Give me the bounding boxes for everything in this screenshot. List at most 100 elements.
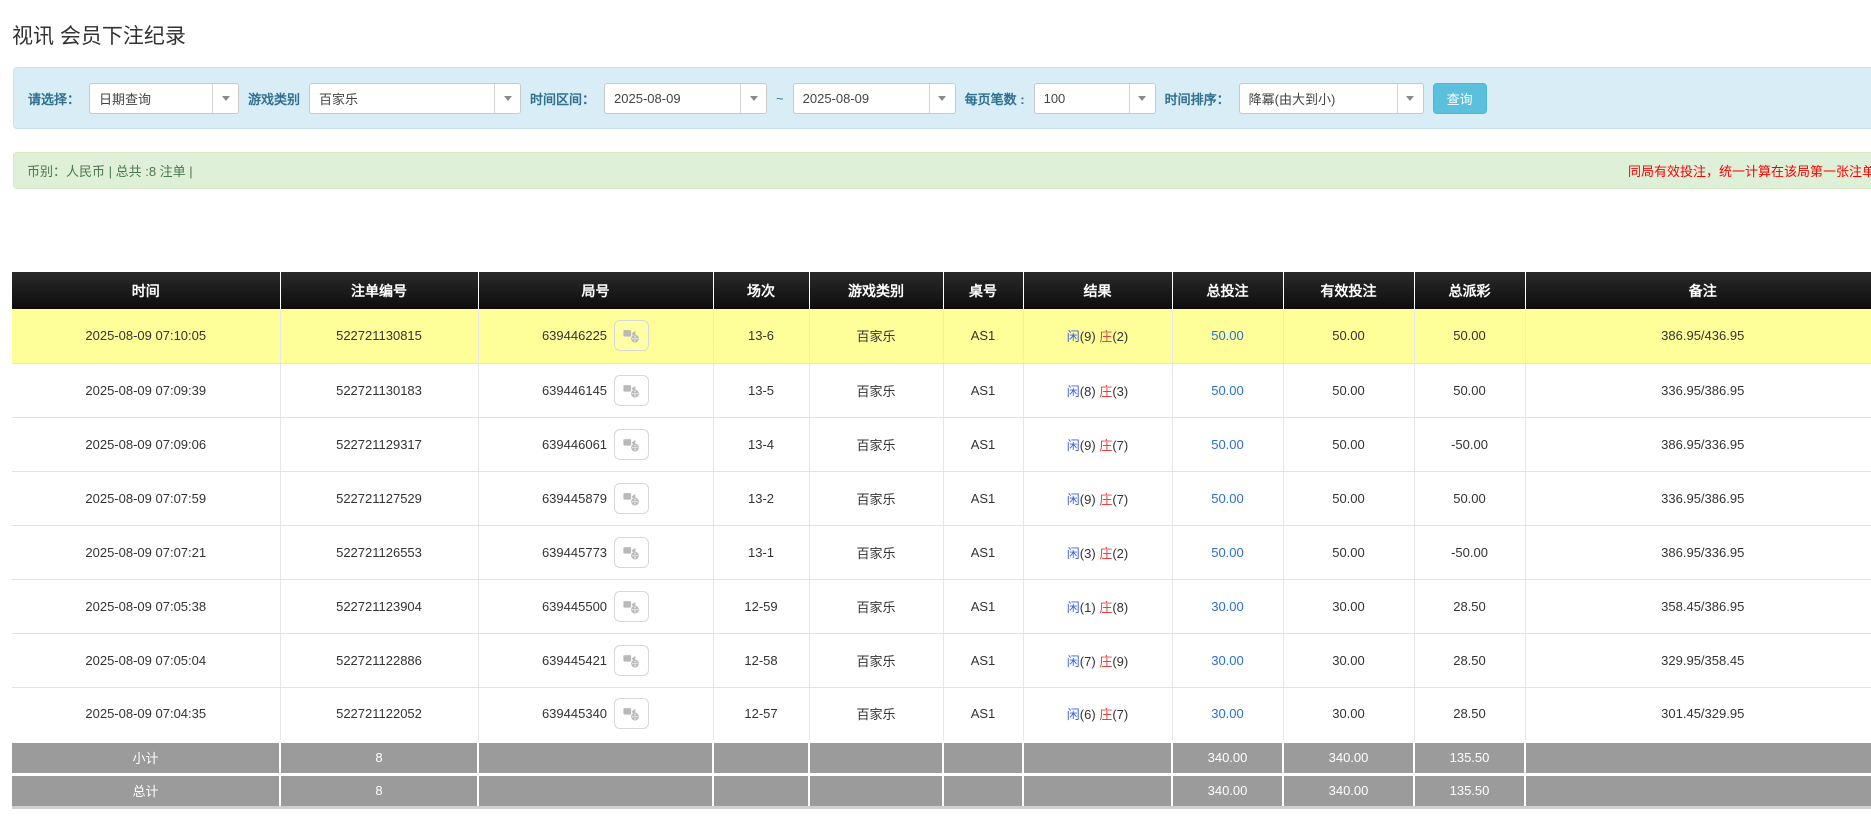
total-bet-link[interactable]: 30.00	[1211, 706, 1244, 721]
select-mode-value[interactable]: 日期查询	[90, 84, 212, 113]
watch-replay-button[interactable]	[614, 320, 650, 352]
subtotal-row: 小计 8 340.00 340.00 135.50	[12, 739, 1871, 774]
round-id-cell: 639446061	[478, 417, 714, 472]
player-result: 闲	[1066, 383, 1080, 399]
column-header-10: 备注	[1525, 272, 1871, 309]
empty-cell	[478, 772, 714, 809]
total-bet-cell: 30.00	[1172, 633, 1284, 688]
total-bet-link[interactable]: 30.00	[1211, 599, 1244, 614]
select-mode-label: 请选择：	[28, 91, 81, 107]
total-payout: 28.50	[1414, 687, 1526, 742]
banker-result: 庄	[1099, 545, 1113, 561]
chevron-down-icon[interactable]	[928, 83, 955, 113]
video-camera-icon	[623, 330, 639, 343]
game-type: 百家乐	[809, 687, 944, 742]
total-bet-cell: 50.00	[1172, 525, 1284, 580]
empty-cell	[809, 739, 944, 774]
search-button[interactable]: 查询	[1432, 82, 1487, 114]
total-bet-link[interactable]: 50.00	[1211, 437, 1244, 452]
total-bet-cell: 50.00	[1172, 471, 1284, 526]
game-type: 百家乐	[809, 309, 944, 364]
empty-cell	[713, 772, 810, 809]
watch-replay-button[interactable]	[614, 698, 650, 729]
valid-bet: 30.00	[1283, 687, 1415, 742]
player-result: 闲	[1066, 599, 1080, 615]
total-bet-link[interactable]: 50.00	[1211, 383, 1244, 398]
banker-score: (2)	[1112, 329, 1129, 345]
banker-result: 庄	[1099, 653, 1113, 669]
chevron-down-icon[interactable]	[494, 83, 521, 113]
round-id-cell: 639445773	[478, 525, 714, 580]
total-bet-link[interactable]: 50.00	[1211, 328, 1244, 343]
table-row: 2025-08-09 07:09:39 522721130183 639446145…	[12, 363, 1871, 418]
total-bet-cell: 50.00	[1172, 363, 1284, 418]
total-bet-link[interactable]: 50.00	[1211, 545, 1244, 560]
date-from-dropdown[interactable]: 2025-08-09	[604, 82, 768, 114]
chevron-down-icon[interactable]	[740, 83, 767, 113]
subtotal-row-label: 小计	[12, 739, 281, 774]
round-id: 639445879	[541, 490, 608, 506]
watch-replay-button[interactable]	[614, 374, 650, 406]
banker-score: (8)	[1112, 599, 1129, 615]
remark: 301.45/329.95	[1525, 687, 1871, 742]
total-bet-link[interactable]: 50.00	[1211, 491, 1244, 506]
sort-order-value[interactable]: 降冪(由大到小)	[1240, 84, 1397, 113]
session-no: 13-6	[713, 309, 810, 364]
subtotal-row-count: 8	[280, 739, 479, 774]
page-size-value[interactable]: 100	[1035, 84, 1129, 113]
watch-replay-button[interactable]	[614, 644, 650, 676]
watch-replay-button[interactable]	[614, 590, 650, 622]
total-bet-cell: 30.00	[1172, 687, 1284, 742]
player-result: 闲	[1066, 545, 1080, 561]
total-bet-link[interactable]: 30.00	[1211, 653, 1244, 668]
player-score: (6)	[1079, 707, 1096, 722]
valid-bet: 50.00	[1283, 525, 1415, 580]
date-to-value[interactable]: 2025-08-09	[794, 84, 929, 113]
total-bet-cell: 50.00	[1172, 417, 1284, 472]
chevron-down-icon[interactable]	[1396, 83, 1423, 113]
sort-order-dropdown[interactable]: 降冪(由大到小)	[1238, 82, 1424, 114]
empty-cell	[809, 772, 944, 809]
total-payout: 50.00	[1414, 471, 1526, 526]
video-camera-icon	[623, 654, 639, 667]
column-header-3: 场次	[713, 272, 810, 309]
round-id-cell: 639446225	[478, 309, 714, 364]
watch-replay-button[interactable]	[614, 482, 650, 514]
total-bet-cell: 50.00	[1172, 309, 1284, 364]
video-camera-icon	[623, 708, 639, 721]
date-to-dropdown[interactable]: 2025-08-09	[792, 82, 956, 114]
bet-records-table: 时间 注单编号 局号 场次 游戏类别 桌号 结果 总投注 有效投注 总派彩 备注 2025-08-0…	[12, 272, 1871, 809]
total-payout: 28.50	[1414, 633, 1526, 688]
table-header-row: 时间 注单编号 局号 场次 游戏类别 桌号 结果 总投注 有效投注 总派彩 备注	[12, 272, 1871, 309]
bet-id: 522721122052	[280, 687, 479, 742]
table-row: 2025-08-09 07:10:05 522721130815 639446225…	[12, 309, 1871, 364]
chevron-down-icon[interactable]	[212, 83, 239, 113]
subtotal-row-total-bet: 340.00	[1172, 739, 1284, 774]
empty-cell	[1525, 772, 1871, 809]
player-result: 闲	[1066, 491, 1080, 507]
session-no: 12-57	[713, 687, 810, 742]
session-no: 13-2	[713, 471, 810, 526]
game-type-dropdown[interactable]: 百家乐	[309, 82, 522, 114]
game-type-value[interactable]: 百家乐	[310, 84, 494, 113]
remark: 336.95/386.95	[1525, 363, 1871, 418]
valid-bet: 50.00	[1283, 417, 1415, 472]
page-size-dropdown[interactable]: 100	[1033, 82, 1156, 114]
valid-bet: 30.00	[1283, 579, 1415, 634]
empty-cell	[713, 739, 810, 774]
total-row: 总计 8 340.00 340.00 135.50	[12, 772, 1871, 809]
bet-id: 522721130183	[280, 363, 479, 418]
watch-replay-button[interactable]	[614, 536, 650, 568]
chevron-down-icon[interactable]	[1128, 83, 1155, 113]
table-row: 2025-08-09 07:07:21 522721126553 639445773…	[12, 525, 1871, 580]
game-type: 百家乐	[809, 579, 944, 634]
game-type: 百家乐	[809, 471, 944, 526]
column-header-5: 桌号	[943, 272, 1024, 309]
watch-replay-button[interactable]	[614, 428, 650, 460]
table-no: AS1	[943, 633, 1024, 688]
remark: 386.95/336.95	[1525, 417, 1871, 472]
date-from-value[interactable]: 2025-08-09	[605, 84, 740, 113]
select-mode-dropdown[interactable]: 日期查询	[89, 82, 240, 114]
result-cell: 闲(9) 庄(2)	[1023, 309, 1173, 364]
total-row-valid-bet: 340.00	[1283, 772, 1415, 809]
